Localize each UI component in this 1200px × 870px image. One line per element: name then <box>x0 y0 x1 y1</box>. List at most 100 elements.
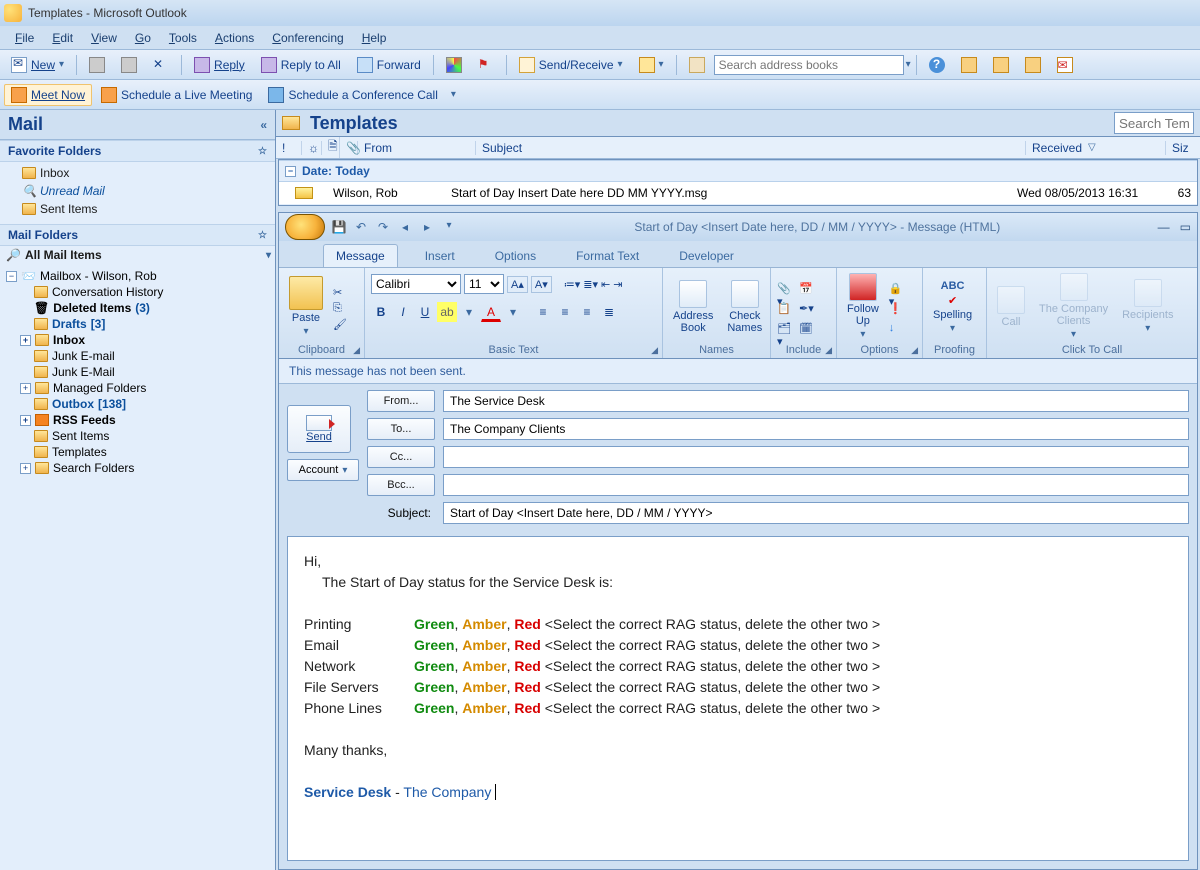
mail-folders-header[interactable]: Mail Folders☆ <box>0 224 275 246</box>
schedule-conf-button[interactable]: Schedule a Conference Call <box>261 84 444 106</box>
move-button[interactable] <box>114 54 144 76</box>
col-received[interactable]: Received▽ <box>1026 141 1166 155</box>
reply-button[interactable]: Reply <box>187 54 252 76</box>
font-color-button[interactable]: A <box>481 302 501 322</box>
address-book-button[interactable]: Address Book <box>669 278 717 336</box>
to-button[interactable]: To... <box>367 418 435 440</box>
qat-more[interactable]: ▾ <box>441 220 457 234</box>
delete-button[interactable]: ✕ <box>146 54 176 76</box>
address-book-button[interactable] <box>682 54 712 76</box>
schedule-live-button[interactable]: Schedule a Live Meeting <box>94 84 259 106</box>
menu-file[interactable]: File <box>6 28 43 48</box>
ext2-button[interactable] <box>986 54 1016 76</box>
folder-conversation-history[interactable]: Conversation History <box>6 284 273 300</box>
prev-icon[interactable]: ◂ <box>397 220 413 234</box>
collapse-nav-button[interactable]: « <box>260 118 267 132</box>
col-attachment[interactable]: 📎 <box>340 141 358 155</box>
attach-file-icon[interactable]: 📎▾ <box>777 282 793 296</box>
office-button[interactable] <box>285 214 325 240</box>
signature-icon[interactable]: ✒▾ <box>799 302 815 316</box>
insert-icon[interactable]: 🗓 <box>799 322 815 336</box>
check-names-button[interactable]: Check Names <box>723 278 766 336</box>
menu-conferencing[interactable]: Conferencing <box>263 28 352 48</box>
send-receive-button[interactable]: Send/Receive ▾ <box>512 54 630 76</box>
format-painter-icon[interactable]: 🖌 <box>333 318 349 332</box>
all-mail-items[interactable]: 🔎All Mail Items ▾ <box>0 246 275 264</box>
indent-right-icon[interactable]: ⇥ <box>613 278 622 291</box>
menu-edit[interactable]: Edit <box>43 28 82 48</box>
mailbox-root[interactable]: −📨Mailbox - Wilson, Rob <box>6 268 273 284</box>
print-button[interactable] <box>82 54 112 76</box>
menu-go[interactable]: Go <box>126 28 160 48</box>
fav-inbox[interactable]: Inbox <box>0 164 275 182</box>
minimize-button[interactable]: — <box>1158 220 1170 234</box>
tab-options[interactable]: Options <box>482 244 549 267</box>
from-button[interactable]: From... <box>367 390 435 412</box>
paste-button[interactable]: Paste▾ <box>285 274 327 339</box>
tab-developer[interactable]: Developer <box>666 244 747 267</box>
group-today[interactable]: −Date: Today <box>279 160 1197 182</box>
folder-junk-2[interactable]: Junk E-Mail <box>6 364 273 380</box>
tab-insert[interactable]: Insert <box>412 244 468 267</box>
low-importance-icon[interactable]: ↓ <box>889 322 905 336</box>
help-button[interactable]: ? <box>922 54 952 76</box>
bullets-icon[interactable]: ≔▾ <box>564 278 581 291</box>
highlight-button[interactable]: ab <box>437 302 457 322</box>
align-right-icon[interactable]: ≡ <box>577 302 597 322</box>
bold-button[interactable]: B <box>371 302 391 322</box>
align-justify-icon[interactable]: ≣ <box>599 302 619 322</box>
subject-field[interactable] <box>443 502 1189 524</box>
menu-view[interactable]: View <box>82 28 126 48</box>
col-size[interactable]: Siz <box>1166 141 1200 155</box>
grow-font-icon[interactable]: A▴ <box>507 276 528 293</box>
underline-button[interactable]: U <box>415 302 435 322</box>
follow-up-button[interactable]: Follow Up▾ <box>843 271 883 342</box>
redo-icon[interactable]: ↷ <box>375 220 391 234</box>
indent-left-icon[interactable]: ⇤ <box>601 278 610 291</box>
fav-unread[interactable]: 🔍Unread Mail <box>0 182 275 200</box>
col-subject[interactable]: Subject <box>476 141 1026 155</box>
bcc-field[interactable] <box>443 474 1189 496</box>
meet-now-button[interactable]: Meet Now <box>4 84 92 106</box>
font-name-select[interactable]: Calibri <box>371 274 461 294</box>
folder-junk-1[interactable]: Junk E-mail <box>6 348 273 364</box>
menu-actions[interactable]: Actions <box>206 28 263 48</box>
menu-help[interactable]: Help <box>353 28 396 48</box>
send-button[interactable]: Send <box>287 405 351 453</box>
search-address-books[interactable] <box>714 55 904 75</box>
undo-icon[interactable]: ↶ <box>353 220 369 234</box>
business-card-icon[interactable]: 🗂▾ <box>777 322 793 336</box>
col-reminder[interactable]: ☼ <box>302 141 322 155</box>
numbering-icon[interactable]: ≣▾ <box>583 278 598 291</box>
folder-inbox[interactable]: +Inbox <box>6 332 273 348</box>
account-button[interactable]: Account▾ <box>287 459 359 481</box>
next-icon[interactable]: ▸ <box>419 220 435 234</box>
favorite-folders-header[interactable]: Favorite Folders☆ <box>0 140 275 162</box>
spelling-button[interactable]: ABC✔Spelling▾ <box>929 278 976 336</box>
new-button[interactable]: New ▾ <box>4 54 71 76</box>
reply-all-button[interactable]: Reply to All <box>254 54 348 76</box>
calendar-icon[interactable]: 📅 <box>799 282 815 296</box>
message-body[interactable]: Hi, The Start of Day status for the Serv… <box>287 536 1189 861</box>
folder-drafts[interactable]: Drafts [3] <box>6 316 273 332</box>
ext3-button[interactable] <box>1018 54 1048 76</box>
folder-deleted-items[interactable]: 🗑Deleted Items (3) <box>6 300 273 316</box>
shrink-font-icon[interactable]: A▾ <box>531 276 552 293</box>
italic-button[interactable]: I <box>393 302 413 322</box>
align-center-icon[interactable]: ≡ <box>555 302 575 322</box>
copy-icon[interactable]: ⎘ <box>333 302 349 316</box>
maximize-button[interactable]: ▭ <box>1180 220 1191 234</box>
to-field[interactable] <box>443 418 1189 440</box>
col-from[interactable]: From <box>358 141 476 155</box>
folder-sent-items[interactable]: Sent Items <box>6 428 273 444</box>
folder-managed[interactable]: +Managed Folders <box>6 380 273 396</box>
categories-button[interactable] <box>439 54 469 76</box>
folder-templates[interactable]: Templates <box>6 444 273 460</box>
folder-search[interactable]: +Search Folders <box>6 460 273 476</box>
folder-button[interactable]: ▾ <box>632 54 671 76</box>
message-row[interactable]: Wilson, Rob Start of Day Insert Date her… <box>279 182 1197 205</box>
ext1-button[interactable] <box>954 54 984 76</box>
attach-item-icon[interactable]: 📋 <box>777 302 793 316</box>
permission-icon[interactable]: 🔒▾ <box>889 282 905 296</box>
cut-icon[interactable]: ✂ <box>333 286 349 300</box>
